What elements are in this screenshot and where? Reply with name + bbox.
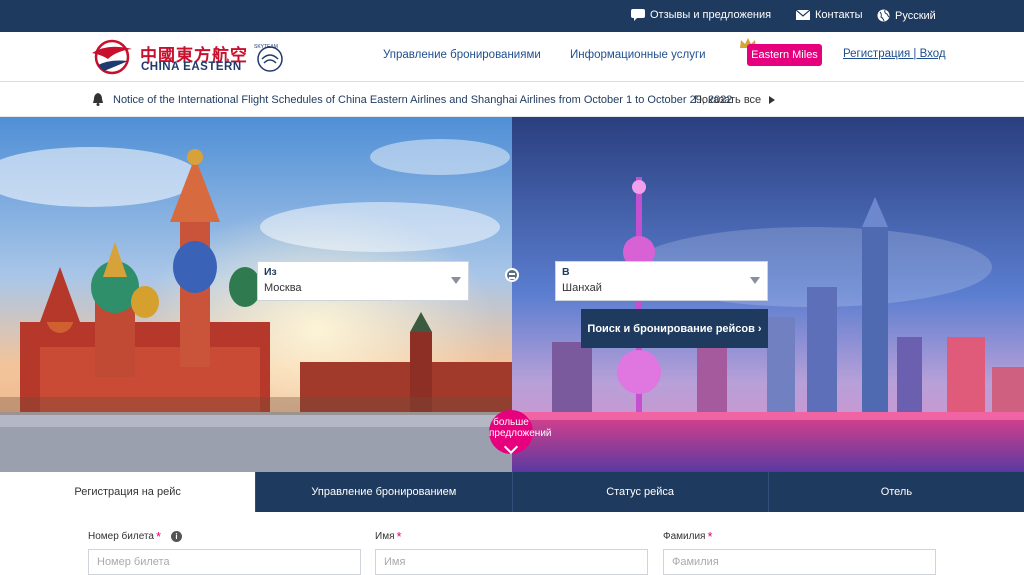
ticket-number-label-group: Номер билета * i <box>88 528 183 544</box>
show-all-label: Показать все <box>694 94 762 106</box>
first-name-input[interactable] <box>375 549 648 575</box>
nav-manage-bookings[interactable]: Управление бронированиями <box>383 49 541 61</box>
ticket-number-input[interactable] <box>88 549 361 575</box>
service-tabs: Регистрация на рейс Управление бронирова… <box>0 472 1024 512</box>
last-name-label-group: Фамилия * <box>663 528 713 544</box>
hero-banner: Из Москва В Шанхай Поиск и бронирование … <box>0 117 1024 472</box>
main-header: 中國東方航空 CHINA EASTERN SKYTEAM Управление … <box>0 32 1024 82</box>
chat-icon <box>631 9 645 21</box>
chevron-down-icon <box>750 277 760 284</box>
from-value: Москва <box>264 282 302 294</box>
more-offers-button[interactable]: больше предложений <box>489 410 552 455</box>
contacts-label: Контакты <box>815 9 863 21</box>
feedback-link[interactable]: Отзывы и предложения <box>631 9 771 21</box>
info-icon[interactable]: i <box>171 531 183 542</box>
globe-icon <box>877 9 890 22</box>
notice-text-link[interactable]: Notice of the International Flight Sched… <box>113 94 732 106</box>
contacts-link[interactable]: Контакты <box>796 9 863 21</box>
logo-english-text: CHINA EASTERN <box>141 61 242 73</box>
first-name-label-group: Имя * <box>375 528 402 544</box>
chevron-down-icon <box>451 277 461 284</box>
ticket-number-label: Номер билета <box>88 531 154 542</box>
nav-information-services[interactable]: Информационные услуги <box>570 49 706 61</box>
search-button-label: Поиск и бронирование рейсов <box>587 322 755 335</box>
first-name-label: Имя <box>375 531 395 542</box>
tab-flight-status[interactable]: Статус рейса <box>511 472 768 512</box>
required-asterisk: * <box>155 528 162 544</box>
last-name-label: Фамилия <box>663 531 706 542</box>
required-asterisk: * <box>396 528 402 544</box>
triangle-right-icon <box>769 96 776 104</box>
swap-cities-icon[interactable] <box>505 268 519 282</box>
to-label: В <box>562 266 570 278</box>
last-name-input[interactable] <box>663 549 936 575</box>
chevron-down-icon <box>503 439 519 455</box>
chevron-right-icon: › <box>757 322 762 335</box>
from-label: Из <box>264 266 277 278</box>
feedback-label: Отзывы и предложения <box>650 9 772 21</box>
tab-manage-booking[interactable]: Управление бронированием <box>255 472 512 512</box>
china-eastern-logo[interactable]: 中國東方航空 CHINA EASTERN SKYTEAM <box>90 39 285 75</box>
eastern-miles-button[interactable]: Eastern Miles <box>747 44 822 66</box>
search-flights-button[interactable]: Поиск и бронирование рейсов › <box>581 309 768 348</box>
notice-bar: Notice of the International Flight Sched… <box>0 82 1024 117</box>
swallow-logo-icon <box>92 39 132 75</box>
checkin-form: Номер билета * i Имя * Фамилия * <box>0 512 1024 575</box>
bell-icon <box>93 93 103 106</box>
to-value: Шанхай <box>562 282 602 294</box>
skyteam-label: SKYTEAM <box>254 44 278 50</box>
show-all-link[interactable]: Показать все <box>694 94 776 106</box>
tab-checkin[interactable]: Регистрация на рейс <box>0 472 256 512</box>
from-city-select[interactable]: Из Москва <box>257 261 469 301</box>
to-city-select[interactable]: В Шанхай <box>555 261 768 301</box>
skyteam-icon: SKYTEAM <box>254 44 283 72</box>
language-label: Русский <box>895 9 936 22</box>
envelope-icon <box>796 10 810 20</box>
required-asterisk: * <box>707 528 713 544</box>
tab-hotel[interactable]: Отель <box>767 472 1024 512</box>
top-utility-bar: Отзывы и предложения Контакты Русский <box>0 0 1024 32</box>
language-selector[interactable]: Русский <box>877 9 936 22</box>
register-login-link[interactable]: Регистрация | Вход <box>843 48 946 60</box>
